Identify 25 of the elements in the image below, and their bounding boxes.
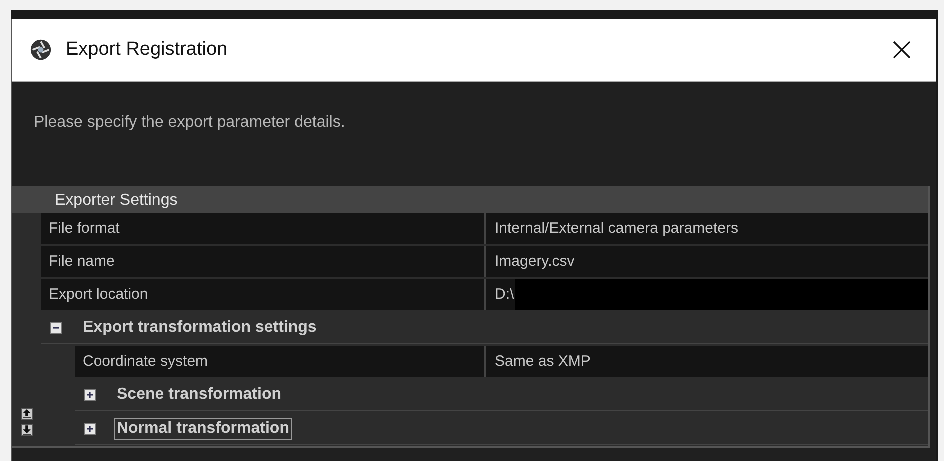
group-label[interactable]: Normal transformation (114, 418, 292, 440)
property-value[interactable]: D:\ (486, 279, 928, 310)
property-row[interactable]: Export location D:\ (41, 279, 928, 310)
property-label: File format (41, 213, 486, 244)
property-value[interactable]: Same as XMP (486, 346, 928, 377)
group-label[interactable]: Scene transformation (114, 384, 284, 406)
window-title: Export Registration (66, 39, 229, 61)
aperture-icon (30, 39, 52, 61)
close-icon[interactable] (892, 40, 912, 60)
instruction-text: Please specify the export parameter details. (33, 113, 346, 133)
move-up-icon[interactable] (20, 408, 32, 420)
property-value[interactable]: Imagery.csv (486, 246, 928, 277)
property-label: Coordinate system (75, 346, 486, 377)
expand-icon[interactable] (84, 388, 96, 400)
move-down-icon[interactable] (20, 424, 32, 436)
section-header: Exporter Settings (12, 186, 928, 213)
property-row[interactable]: File format Internal/External camera parameters (41, 213, 928, 244)
property-row[interactable]: Coordinate system Same as XMP (75, 346, 928, 377)
expand-icon[interactable] (84, 422, 96, 434)
property-value[interactable]: Internal/External camera parameters (486, 213, 928, 244)
collapse-icon[interactable] (50, 322, 62, 334)
property-row[interactable]: File name Imagery.csv (41, 246, 928, 277)
property-label: Export location (41, 279, 486, 310)
group-label[interactable]: Export transformation settings (80, 316, 320, 338)
property-label: File name (41, 246, 486, 277)
